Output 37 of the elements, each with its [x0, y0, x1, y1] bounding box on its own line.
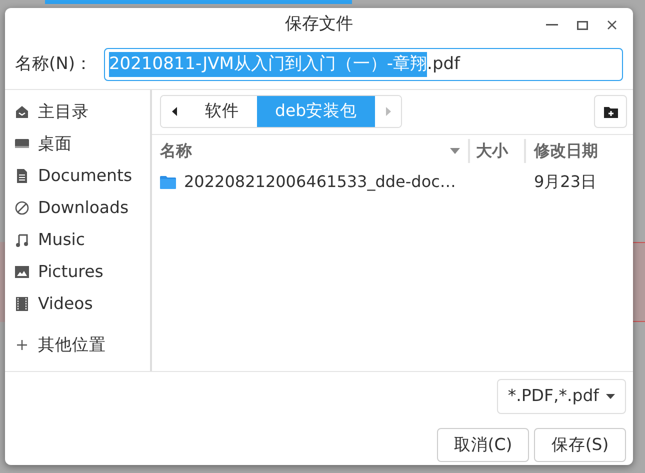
caret-icon	[606, 394, 615, 399]
sidebar-item[interactable]: Downloads	[5, 192, 150, 224]
dialog-button[interactable]: 取消(C)	[437, 428, 529, 462]
plus-icon	[15, 338, 29, 352]
right-arrow-icon	[386, 107, 391, 116]
folder-icon	[160, 176, 176, 188]
window-title: 保存文件	[285, 13, 353, 36]
image-icon	[15, 265, 29, 279]
new-folder-button[interactable]	[594, 95, 627, 128]
new-folder-icon	[604, 106, 618, 118]
sort-icon	[450, 148, 460, 154]
blocked-icon	[15, 201, 29, 215]
sidebar-item[interactable]: 桌面	[5, 128, 150, 160]
sidebar-item[interactable]: Pictures	[5, 256, 150, 288]
column-header[interactable]: 名称	[152, 139, 470, 163]
document-icon	[15, 169, 29, 183]
music-note-icon	[15, 233, 29, 247]
sidebar-item[interactable]: Music	[5, 224, 150, 256]
monitor-icon	[15, 137, 29, 151]
sidebar-item[interactable]: 主目录	[5, 96, 150, 128]
sidebar-item[interactable]: 其他位置	[5, 329, 150, 361]
close-icon	[607, 20, 617, 30]
sidebar-item[interactable]: Documents	[5, 160, 150, 192]
sidebar-item[interactable]: Videos	[5, 288, 150, 320]
left-arrow-icon	[172, 107, 176, 116]
name-label: 名称(N)：	[15, 52, 92, 76]
column-header[interactable]: 修改日期	[526, 139, 598, 163]
minimize-icon	[546, 24, 558, 26]
column-header[interactable]: 大小	[470, 139, 526, 163]
home-icon	[15, 105, 29, 119]
file-name[interactable]: 202208212006461533_dde-doc…	[184, 170, 456, 194]
file-date: 9月23日	[534, 172, 597, 191]
film-icon	[15, 297, 29, 311]
dialog-button[interactable]: 保存(S)	[534, 428, 626, 462]
filter-dropdown[interactable]: *.PDF,*.pdf	[496, 379, 626, 414]
filename-field[interactable]: 20210811-JVM从入门到入门（一）-章翔.pdf	[104, 48, 623, 81]
maximize-icon	[576, 20, 588, 30]
